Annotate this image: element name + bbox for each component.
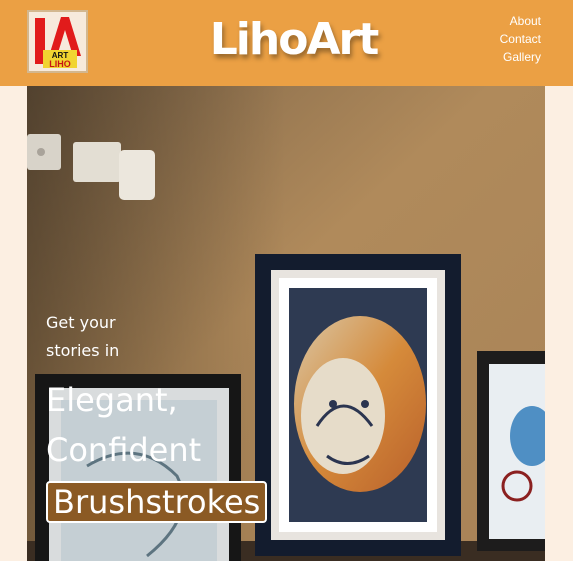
headline-highlight: Brushstrokes	[46, 481, 268, 523]
tagline-line-2: stories in	[46, 341, 120, 360]
wall-socket	[73, 142, 121, 182]
nav-gallery[interactable]: Gallery	[500, 48, 541, 66]
nav-contact[interactable]: Contact	[500, 30, 541, 48]
site-header: ART LIHO LihoArt About Contact Gallery	[0, 0, 573, 86]
nav-about[interactable]: About	[500, 12, 541, 30]
hero-tagline: Get your stories in	[46, 309, 119, 365]
wall-meter	[119, 150, 155, 200]
tagline-line-1: Get your	[46, 313, 116, 332]
hero-headline: Elegant, Confident Brushstrokes	[46, 375, 268, 527]
main-nav: About Contact Gallery	[500, 12, 541, 66]
headline-line-1: Elegant,	[46, 381, 178, 419]
site-title-text: LihoArt	[209, 14, 379, 65]
site-title[interactable]: LihoArt	[0, 14, 573, 65]
headline-line-2: Confident	[46, 431, 202, 469]
